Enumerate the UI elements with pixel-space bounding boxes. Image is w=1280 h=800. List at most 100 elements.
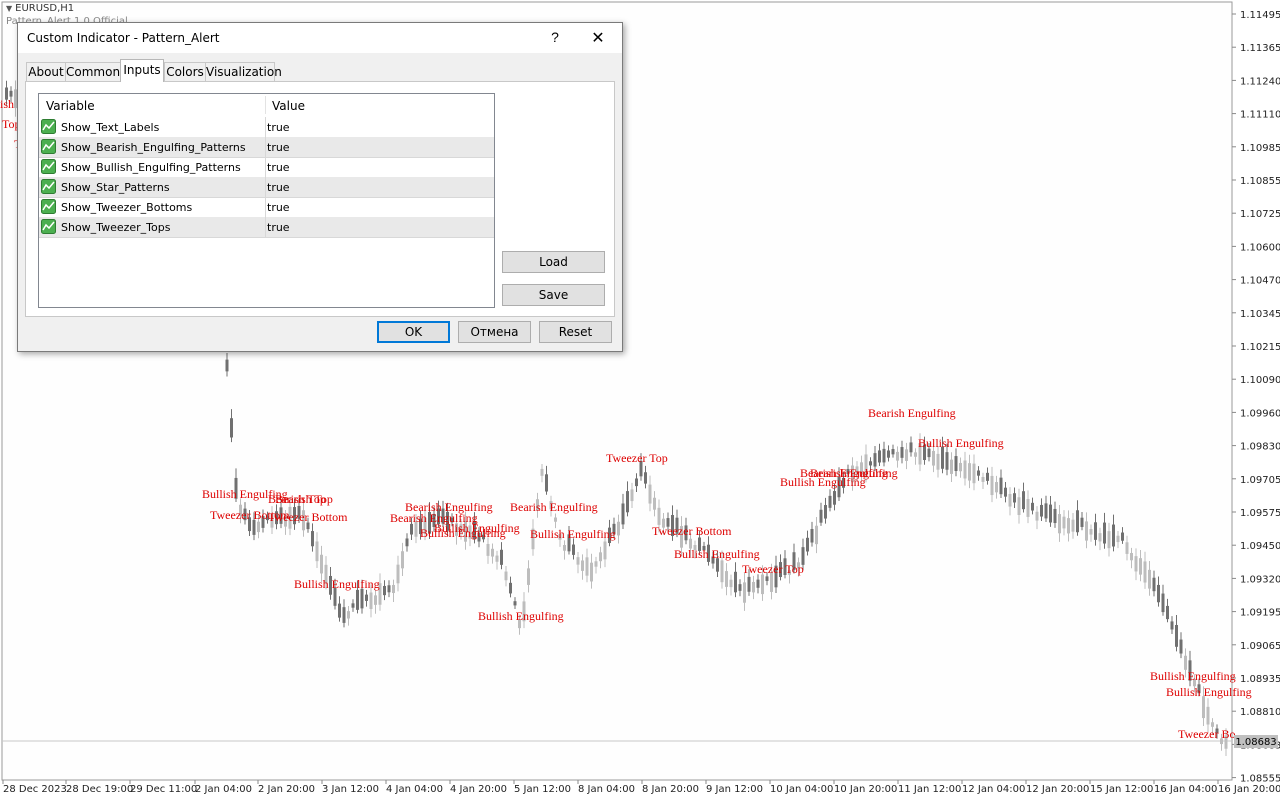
parameter-icon [41,179,56,194]
grid-row[interactable]: Show_Bullish_Engulfing_Patterns true [39,157,494,178]
cancel-button[interactable]: Отмена [458,321,531,343]
price-label: 1.09065 [1240,641,1280,652]
candle-body [1121,532,1124,541]
candle-body [756,579,760,588]
chart-symbol: ▼ EURUSD,H1 [6,3,74,14]
candle-body [743,582,746,603]
candle-body [1125,542,1129,554]
time-label: 16 Jan 04:00 [1154,784,1217,795]
candle-body [1161,593,1165,613]
price-label: 1.09705 [1240,475,1280,486]
candle-body [369,592,373,609]
candle-body [1040,504,1043,517]
grid-row[interactable]: Show_Tweezer_Tops true [39,217,494,238]
pattern-label: Bearish Engulfing [810,466,898,480]
candle-body [1085,521,1088,541]
candle-body [392,584,395,594]
time-label: 15 Jan 12:00 [1090,784,1153,795]
price-label: 1.10855 [1240,176,1280,187]
parameter-icon [41,119,56,134]
candle-body [999,477,1003,495]
pattern-label: Bullish Engulfing [530,527,616,541]
parameter-icon [41,219,56,234]
candle-body [1044,503,1048,519]
chevron-down-icon[interactable]: ▼ [6,4,12,13]
candle-body [1058,514,1061,534]
tab-visualization[interactable]: Visualization [205,62,282,81]
candle-body [554,517,557,522]
candle-body [941,446,944,469]
pattern-label: Bullish Engulfing [294,577,380,591]
candle-body [581,560,584,571]
candle-body [959,462,962,472]
candle-body [1094,522,1097,540]
candle-body [252,519,256,535]
time-label: 2 Jan 04:00 [195,784,252,795]
tab-colors[interactable]: Colors [164,62,206,81]
price-label: 1.11495 [1240,10,1280,21]
close-icon[interactable]: ✕ [590,28,606,48]
candle-body [1053,508,1057,524]
tab-about[interactable]: About [26,62,66,81]
dialog-titlebar[interactable]: Custom Indicator - Pattern_Alert ? ✕ [18,23,622,53]
variable-value[interactable]: true [267,141,290,154]
ok-button[interactable]: OK [377,321,450,343]
variable-value[interactable]: true [267,221,290,234]
variable-name: Show_Bearish_Engulfing_Patterns [61,141,246,154]
candle-body [1157,584,1160,603]
candle-body [540,468,544,476]
candle-body [810,529,814,543]
grid-row[interactable]: Show_Text_Labels true [39,117,494,138]
variable-value[interactable]: true [267,181,290,194]
price-axis: 1.11495 1.11365 1.11240 1.11110 1.10985 1.108… [1232,10,1280,785]
price-label: 1.10090 [1240,375,1280,386]
candle-body [509,582,512,594]
candle-body [1206,706,1210,725]
candle-body [738,584,742,591]
pattern-label: ish [0,97,14,111]
variable-value[interactable]: true [267,201,290,214]
candle-body [972,463,976,484]
symbol-label: EURUSD,H1 [15,3,75,14]
candle-body [882,448,886,463]
candle-body [635,478,638,487]
candle-body [1148,569,1151,589]
candle-body [1062,516,1066,529]
candle-body [887,450,890,458]
candle-body [545,474,548,492]
price-label: 1.11240 [1240,76,1280,87]
candle-body [657,507,661,525]
candle-body [653,497,656,510]
tab-inputs[interactable]: Inputs [120,59,164,82]
col-value-header[interactable]: Value [272,99,305,113]
candle-body [1179,639,1183,654]
candle-body [9,90,13,97]
parameter-icon [41,139,56,154]
candle-body [869,461,872,466]
dialog-title: Custom Indicator - Pattern_Alert [27,31,220,45]
candle-body [824,505,827,519]
candle-body [914,452,917,457]
pattern-label: Bullish Engulfing [478,609,564,623]
price-label: 1.09320 [1240,574,1280,585]
candle-body [360,588,364,609]
time-label: 28 Dec 19:00 [66,784,133,795]
time-label: 2 Jan 20:00 [258,784,315,795]
price-label: 1.10215 [1240,342,1280,353]
grid-row[interactable]: Show_Star_Patterns true [39,177,494,198]
candle-body [491,548,494,557]
tab-common[interactable]: Common [65,62,121,81]
grid-row[interactable]: Show_Tweezer_Bottoms true [39,197,494,218]
reset-button[interactable]: Reset [539,321,612,343]
help-button[interactable]: ? [548,29,562,45]
candle-body [725,571,728,587]
variable-value[interactable]: true [267,121,290,134]
candle-body [365,594,368,601]
candle-body [648,484,652,504]
candle-body [1004,487,1007,497]
grid-row[interactable]: Show_Bearish_Engulfing_Patterns true [39,137,494,158]
col-variable-header[interactable]: Variable [46,99,95,113]
load-button[interactable]: Load [502,251,605,273]
save-button[interactable]: Save [502,284,605,306]
variable-value[interactable]: true [267,161,290,174]
